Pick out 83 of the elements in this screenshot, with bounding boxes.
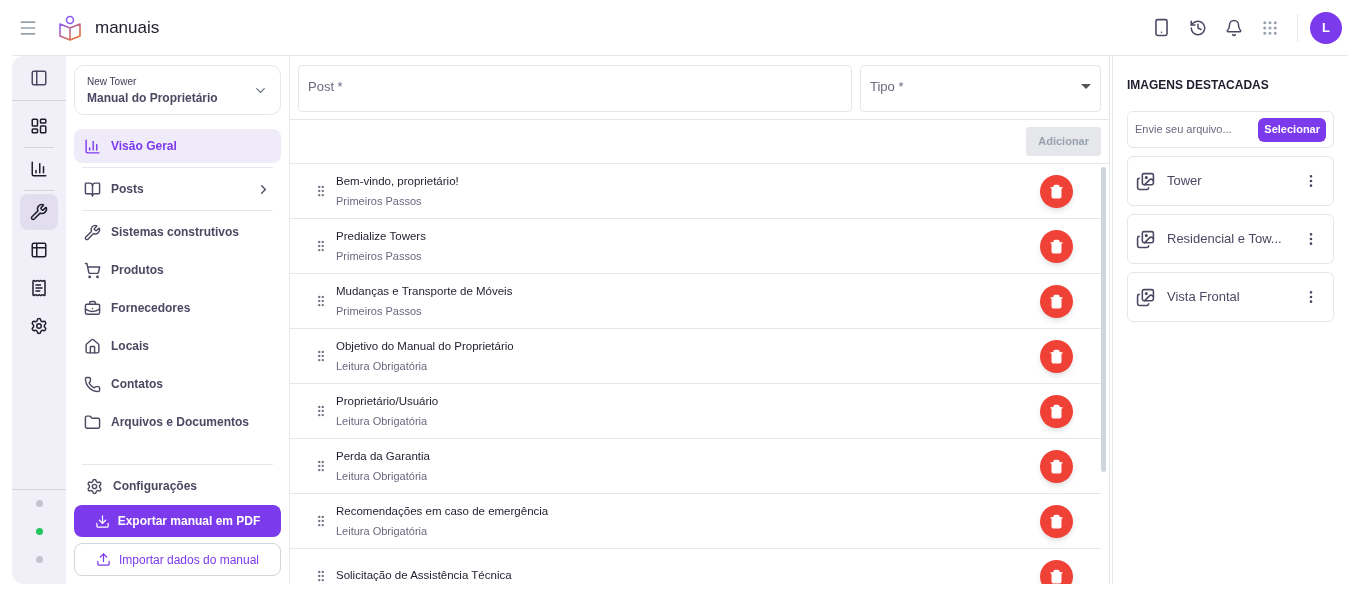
post-row[interactable]: Proprietário/Usuário Leitura Obrigatória: [290, 384, 1101, 439]
nav-item[interactable]: Posts: [74, 172, 281, 206]
images-icon: [1136, 171, 1155, 191]
post-title: Solicitação de Assistência Técnica: [336, 568, 513, 584]
trash-icon: [1049, 513, 1064, 529]
export-button[interactable]: Exportar manual em PDF: [74, 505, 281, 537]
delete-button[interactable]: [1040, 504, 1073, 538]
phone-icon: [84, 375, 101, 393]
post-row[interactable]: Perda da Garantia Leitura Obrigatória: [290, 439, 1101, 494]
cart-icon: [84, 261, 101, 279]
wrench-icon[interactable]: [20, 194, 58, 230]
apps-icon[interactable]: [1261, 18, 1279, 37]
nav-item[interactable]: Fornecedores: [74, 291, 281, 325]
post-category: Leitura Obrigatória: [336, 523, 429, 539]
post-row[interactable]: Bem-vindo, proprietário! Primeiros Passos: [290, 164, 1101, 219]
post-category: Primeiros Passos: [336, 303, 423, 319]
trash-icon: [1049, 293, 1064, 309]
delete-button[interactable]: [1040, 229, 1073, 263]
post-row[interactable]: Objetivo do Manual do Proprietário Leitura Obrigatória: [290, 329, 1101, 384]
chart-icon: [84, 137, 101, 155]
post-title: Bem-vindo, proprietário!: [336, 173, 460, 189]
post-title: Predialize Towers: [336, 228, 427, 244]
delete-button[interactable]: [1040, 394, 1073, 428]
select-button[interactable]: Selecionar: [1258, 117, 1326, 142]
nav-item[interactable]: Visão Geral: [74, 129, 281, 163]
nav-item[interactable]: Sistemas construtivos: [74, 215, 281, 249]
trash-icon: [1049, 458, 1064, 474]
nav-item[interactable]: Produtos: [74, 253, 281, 287]
tipo-select[interactable]: Tipo *: [860, 65, 1101, 112]
delete-button[interactable]: [1040, 449, 1073, 483]
nav-item[interactable]: Contatos: [74, 367, 281, 401]
post-row[interactable]: Recomendações em caso de emergência Leitura Obrigatória: [290, 494, 1101, 549]
folder-icon: [84, 413, 101, 431]
panel-title: IMAGENS DESTACADAS: [1127, 77, 1270, 94]
post-title: Objetivo do Manual do Proprietário: [336, 338, 515, 354]
post-title: Proprietário/Usuário: [336, 393, 440, 409]
post-title: Recomendações em caso de emergência: [336, 503, 550, 519]
post-row[interactable]: Solicitação de Assistência Técnica: [290, 549, 1101, 584]
wrench-icon: [84, 223, 101, 241]
history-icon[interactable]: [1189, 18, 1207, 37]
download-icon: [94, 513, 110, 529]
delete-button[interactable]: [1040, 559, 1073, 584]
home-icon: [84, 337, 101, 355]
post-field[interactable]: Post *: [298, 65, 852, 112]
book-icon: [84, 180, 101, 198]
upload-icon: [95, 552, 111, 567]
trash-icon: [1049, 348, 1064, 364]
logo-icon: [58, 14, 82, 41]
bell-icon[interactable]: [1225, 18, 1243, 37]
images-icon: [1136, 229, 1155, 249]
scrollbar[interactable]: [1101, 167, 1106, 472]
app-name: manuais: [95, 16, 160, 39]
post-title: Mudanças e Transporte de Móveis: [336, 283, 514, 299]
settings-icon: [86, 477, 103, 495]
post-category: Primeiros Passos: [336, 248, 423, 264]
avatar[interactable]: L: [1310, 11, 1342, 44]
post-category: Leitura Obrigatória: [336, 413, 429, 429]
settings-nav-item[interactable]: Configurações: [74, 473, 281, 499]
dropdown-caret-icon: [1081, 84, 1091, 89]
nav-item[interactable]: Arquivos e Documentos: [74, 405, 281, 439]
image-item[interactable]: Residencial e Tow...: [1127, 214, 1334, 264]
post-category: Leitura Obrigatória: [336, 468, 429, 484]
import-button[interactable]: Importar dados do manual: [74, 543, 281, 576]
briefcase-icon: [84, 299, 101, 317]
post-row[interactable]: Mudanças e Transporte de Móveis Primeiros Passos: [290, 274, 1101, 329]
project-select[interactable]: New Tower Manual do Proprietário: [74, 65, 281, 115]
post-category: Primeiros Passos: [336, 193, 423, 209]
trash-icon: [1049, 568, 1064, 584]
delete-button[interactable]: [1040, 174, 1073, 208]
nav-item[interactable]: Locais: [74, 329, 281, 363]
phone-icon[interactable]: [1152, 18, 1171, 37]
images-icon: [1136, 287, 1155, 307]
image-item[interactable]: Tower: [1127, 156, 1334, 206]
post-category: Leitura Obrigatória: [336, 358, 429, 374]
delete-button[interactable]: [1040, 284, 1073, 318]
trash-icon: [1049, 238, 1064, 254]
post-row[interactable]: Predialize Towers Primeiros Passos: [290, 219, 1101, 274]
trash-icon: [1049, 183, 1064, 199]
trash-icon: [1049, 403, 1064, 419]
image-item[interactable]: Vista Frontal: [1127, 272, 1334, 322]
upload-field[interactable]: Envie seu arquivo... Selecionar: [1127, 111, 1334, 148]
delete-button[interactable]: [1040, 339, 1073, 373]
post-title: Perda da Garantia: [336, 448, 431, 464]
